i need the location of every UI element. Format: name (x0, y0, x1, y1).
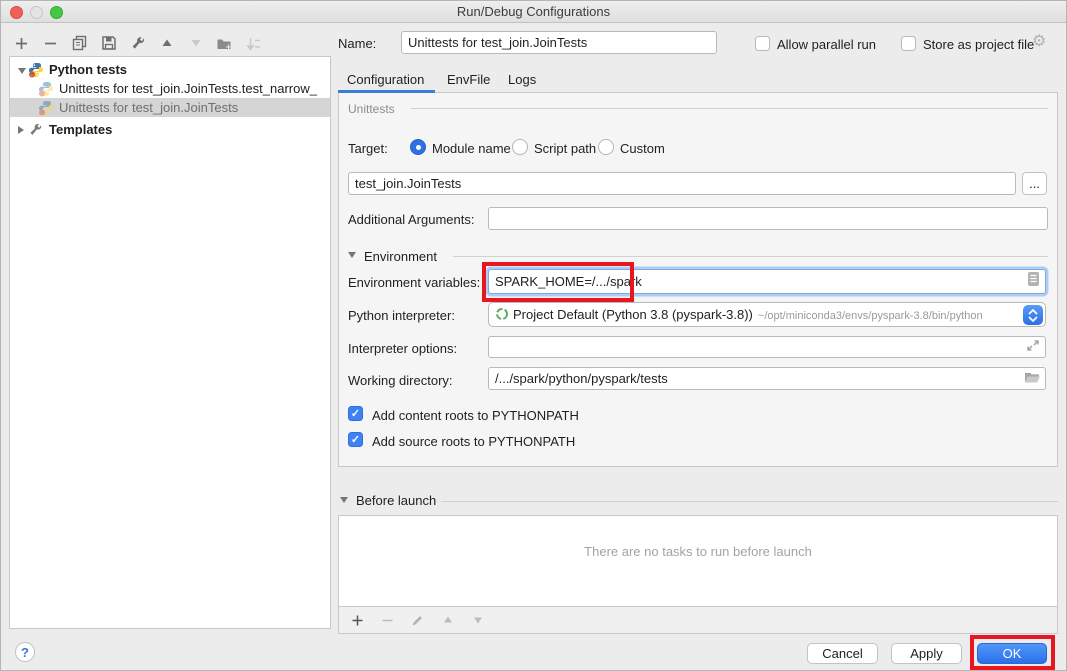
tree-item-label: Unittests for test_join.JoinTests (59, 100, 238, 115)
interpreter-dropdown-stepper[interactable] (1023, 305, 1043, 325)
before-launch-title: Before launch (356, 493, 436, 508)
tab-logs[interactable]: Logs (508, 72, 536, 87)
radio-custom-label: Custom (620, 141, 665, 156)
tree-item-python-tests[interactable]: Python tests (10, 60, 330, 79)
add-task-icon[interactable] (349, 612, 366, 629)
run-debug-configurations-dialog: Run/Debug Configurations Python (0, 0, 1067, 671)
python-interpreter-value: Project Default (Python 3.8 (pyspark-3.8… (513, 307, 753, 322)
before-launch-toolbar (338, 607, 1058, 634)
environment-section-title: Environment (364, 249, 437, 264)
python-interpreter-select[interactable]: Project Default (Python 3.8 (pyspark-3.8… (488, 302, 1046, 327)
target-label: Target: (348, 141, 388, 156)
allow-parallel-run-checkbox[interactable] (755, 36, 770, 51)
remove-task-icon (379, 612, 396, 629)
tab-envfile[interactable]: EnvFile (447, 72, 490, 87)
configurations-tree: Python tests Unittests for test_join.Joi… (9, 56, 331, 629)
gear-icon[interactable]: ⚙ (1032, 34, 1046, 50)
before-launch-collapse-icon[interactable] (340, 497, 348, 503)
browse-env-variables-icon[interactable] (1027, 270, 1040, 293)
edit-templates-wrench-icon[interactable] (129, 35, 146, 52)
environment-variables-label: Environment variables: (348, 275, 480, 290)
target-module-input[interactable] (348, 172, 1016, 195)
radio-script-path[interactable] (512, 139, 528, 155)
move-up-icon[interactable] (158, 35, 175, 52)
before-launch-divider (441, 501, 1058, 502)
window-title: Run/Debug Configurations (1, 4, 1066, 19)
copy-icon[interactable] (71, 35, 88, 52)
tree-item-unittests-test-narrow[interactable]: Unittests for test_join.JoinTests.test_n… (10, 79, 330, 98)
add-source-roots-label: Add source roots to PYTHONPATH (372, 434, 575, 449)
radio-custom[interactable] (598, 139, 614, 155)
python-interpreter-path: ~/opt/miniconda3/envs/pyspark-3.8/bin/py… (758, 310, 983, 322)
tree-item-label: Python tests (49, 62, 127, 77)
python-tests-faded-icon (38, 100, 54, 116)
python-tests-faded-icon (38, 81, 54, 97)
store-as-project-file-checkbox[interactable] (901, 36, 916, 51)
ok-button[interactable]: OK (977, 643, 1047, 664)
save-icon[interactable] (100, 35, 117, 52)
conda-interpreter-icon (495, 307, 509, 321)
remove-icon[interactable] (42, 35, 59, 52)
interpreter-options-label: Interpreter options: (348, 341, 457, 356)
folder-icon[interactable] (1024, 368, 1040, 389)
wrench-icon (28, 122, 44, 138)
environment-divider (453, 256, 1048, 257)
move-task-up-icon (439, 612, 456, 629)
additional-arguments-input[interactable] (488, 207, 1048, 230)
sort-alphabetically-icon (245, 35, 262, 52)
add-content-roots-checkbox[interactable]: ✓ (348, 406, 363, 421)
apply-button[interactable]: Apply (891, 643, 962, 664)
tree-item-label: Unittests for test_join.JoinTests.test_n… (59, 81, 317, 96)
environment-collapse-icon[interactable] (348, 252, 356, 258)
add-source-roots-checkbox[interactable]: ✓ (348, 432, 363, 447)
allow-parallel-run-label: Allow parallel run (777, 37, 876, 52)
interpreter-options-input[interactable] (488, 336, 1046, 358)
working-directory-label: Working directory: (348, 373, 453, 388)
chevron-right-icon[interactable] (18, 122, 28, 137)
move-task-down-icon (469, 612, 486, 629)
store-as-project-file-label: Store as project file (923, 37, 1034, 52)
move-down-icon (187, 35, 204, 52)
name-label: Name: (338, 36, 376, 51)
edit-task-pencil-icon (409, 612, 426, 629)
radio-script-path-label: Script path (534, 141, 596, 156)
unittests-group-title: Unittests (348, 102, 395, 116)
no-tasks-message: There are no tasks to run before launch (339, 544, 1057, 559)
chevron-down-icon[interactable] (18, 62, 28, 77)
before-launch-task-list[interactable]: There are no tasks to run before launch (338, 515, 1058, 607)
browse-target-button[interactable]: ... (1022, 172, 1047, 195)
tree-item-label: Templates (49, 122, 112, 137)
new-folder-icon[interactable] (216, 35, 233, 52)
tree-item-templates[interactable]: Templates (10, 120, 330, 139)
group-divider (411, 108, 1048, 109)
radio-module-name-label: Module name (432, 141, 511, 156)
environment-variables-input[interactable]: SPARK_HOME=/.../spark (488, 269, 1046, 294)
working-directory-input[interactable]: /.../spark/python/pyspark/tests (488, 367, 1046, 390)
tab-configuration[interactable]: Configuration (347, 72, 424, 87)
tree-item-unittests-jointests-selected[interactable]: Unittests for test_join.JoinTests (10, 98, 330, 117)
cancel-button[interactable]: Cancel (807, 643, 878, 664)
expand-field-icon[interactable] (1026, 339, 1040, 356)
configurations-toolbar (13, 33, 262, 53)
help-button[interactable]: ? (15, 642, 35, 662)
title-bar: Run/Debug Configurations (1, 1, 1066, 23)
python-interpreter-label: Python interpreter: (348, 308, 455, 323)
python-tests-icon (28, 62, 44, 78)
add-content-roots-label: Add content roots to PYTHONPATH (372, 408, 579, 423)
add-icon[interactable] (13, 35, 30, 52)
radio-module-name[interactable] (410, 139, 426, 155)
additional-arguments-label: Additional Arguments: (348, 212, 474, 227)
name-input[interactable] (401, 31, 717, 54)
